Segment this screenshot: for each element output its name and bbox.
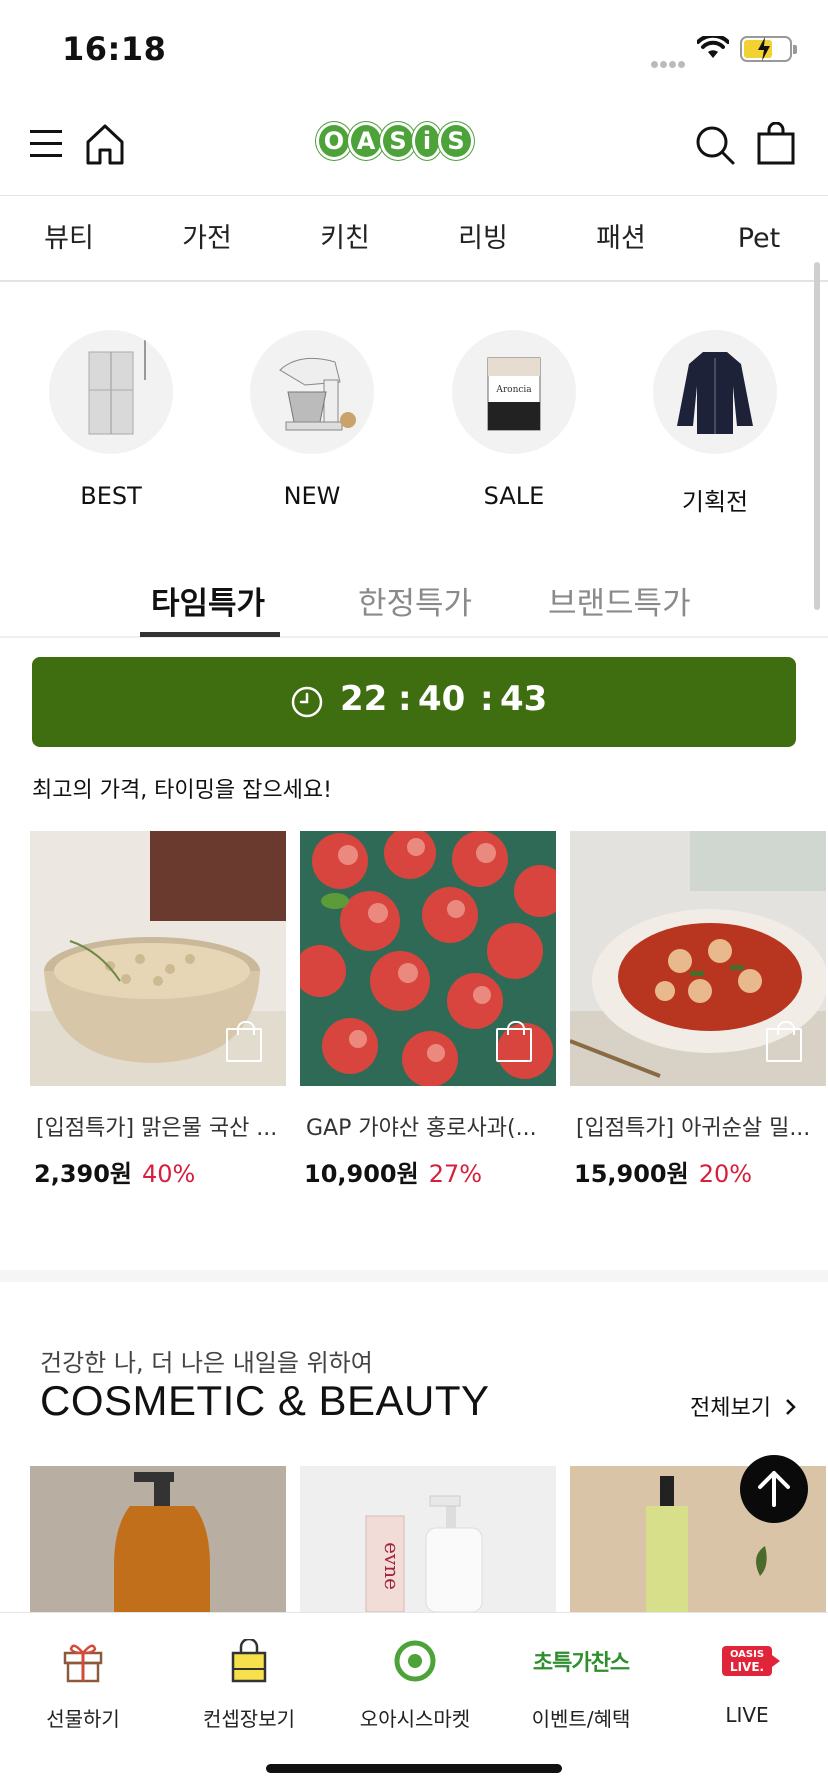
- nav-label: 오아시스마켓: [359, 1707, 471, 1731]
- product-price: 10,900원: [304, 1160, 419, 1188]
- stand-mixer-image: [250, 330, 374, 454]
- quick-link-label: 기획전: [681, 488, 749, 516]
- status-bar: 16:18: [0, 0, 828, 96]
- category-beauty[interactable]: 뷰티: [0, 196, 138, 280]
- quick-link-best[interactable]: BEST: [10, 330, 212, 510]
- home-icon[interactable]: [84, 122, 126, 166]
- quick-link-label: NEW: [283, 482, 341, 510]
- product-card[interactable]: [입점특가] 맑은물 국산 ... 2,390원 40%: [30, 831, 286, 1189]
- nav-label: 선물하기: [46, 1707, 120, 1731]
- search-icon[interactable]: [694, 124, 736, 166]
- category-kitchen[interactable]: 키친: [276, 196, 414, 280]
- tab-brand-deal[interactable]: 브랜드특가: [548, 578, 691, 623]
- deal-tabs: 타임특가 한정특가 브랜드특가: [0, 570, 828, 638]
- nav-gift[interactable]: 선물하기: [0, 1635, 166, 1732]
- product-price-row: 10,900원 27%: [300, 1154, 556, 1189]
- category-living[interactable]: 리빙: [414, 196, 552, 280]
- event-icon: 초특가찬스: [532, 1645, 630, 1677]
- quick-link-label: BEST: [80, 482, 142, 510]
- nav-label: 컨셉장보기: [203, 1707, 295, 1731]
- product-image: [570, 831, 826, 1086]
- product-box-image: Aroncia: [452, 330, 576, 454]
- menu-icon[interactable]: [28, 128, 64, 160]
- active-tab-indicator: [140, 632, 280, 637]
- product-image: [30, 831, 286, 1086]
- product-name: GAP 가야산 홍로사과(...: [306, 1116, 537, 1141]
- product-image: [300, 831, 556, 1086]
- logo-letter: A: [348, 122, 384, 160]
- product-card[interactable]: GAP 가야산 홍로사과(... 10,900원 27%: [300, 831, 556, 1189]
- status-time: 16:18: [62, 30, 167, 68]
- category-appliance[interactable]: 가전: [138, 196, 276, 280]
- oasis-market-icon: [394, 1640, 436, 1682]
- product-discount: 27%: [428, 1160, 483, 1188]
- scroll-to-top-button[interactable]: [740, 1455, 808, 1523]
- view-all-label: 전체보기: [690, 1396, 771, 1421]
- product-price: 2,390원: [34, 1160, 132, 1188]
- oasis-logo[interactable]: O A S i S: [316, 122, 474, 164]
- live-badge-bottom: LIVE.: [729, 1660, 765, 1674]
- product-price-row: 2,390원 40%: [30, 1154, 286, 1189]
- battery-icon: [740, 36, 797, 62]
- quick-link-new[interactable]: NEW: [211, 330, 413, 510]
- tab-limited-deal[interactable]: 한정특가: [358, 578, 472, 623]
- logo-letter: S: [438, 122, 474, 160]
- product-discount: 20%: [698, 1160, 753, 1188]
- section-subtitle: 건강한 나, 더 나은 내일을 위하여: [40, 1349, 373, 1377]
- product-price-row: 15,900원 20%: [570, 1154, 826, 1189]
- category-nav: 뷰티 가전 키친 리빙 패션 Pet: [0, 196, 828, 282]
- add-to-cart-icon[interactable]: [766, 1021, 802, 1062]
- category-fashion[interactable]: 패션: [552, 196, 690, 280]
- home-indicator[interactable]: [266, 1764, 562, 1773]
- product-name: [입점특가] 맑은물 국산 ...: [36, 1116, 278, 1141]
- beauty-product-image[interactable]: [30, 1466, 286, 1612]
- category-pet[interactable]: Pet: [690, 196, 828, 280]
- nav-label: 이벤트/혜택: [531, 1707, 631, 1731]
- nav-concept-shopping[interactable]: 컨셉장보기: [166, 1635, 332, 1732]
- timer-subtitle: 최고의 가격, 타이밍을 잡으세요!: [32, 778, 332, 803]
- product-discount: 40%: [142, 1160, 196, 1188]
- add-to-cart-icon[interactable]: [496, 1021, 532, 1062]
- arrow-up-icon: [758, 1471, 790, 1507]
- add-to-cart-icon[interactable]: [226, 1021, 262, 1062]
- chevron-right-icon: [786, 1399, 796, 1415]
- svg-text:evne: evne: [380, 1542, 404, 1590]
- tab-time-deal[interactable]: 타임특가: [151, 578, 265, 623]
- live-icon: OASIS LIVE.: [722, 1646, 780, 1676]
- countdown-timer: 22 : 40 : 43: [32, 657, 796, 747]
- product-name: [입점특가] 아귀순살 밀...: [576, 1116, 811, 1141]
- nav-label: LIVE: [725, 1703, 769, 1727]
- product-price: 15,900원: [574, 1160, 689, 1188]
- gift-icon: [63, 1644, 103, 1683]
- app-header: O A S i S: [0, 96, 828, 196]
- section-title: COSMETIC & BEAUTY: [40, 1377, 490, 1424]
- section-divider: [0, 1270, 828, 1282]
- beauty-product-image[interactable]: evne: [300, 1466, 556, 1612]
- quick-link-label: SALE: [483, 482, 545, 510]
- nav-events[interactable]: 초특가찬스 이벤트/혜택: [498, 1635, 664, 1732]
- view-all-link[interactable]: 전체보기: [690, 1390, 798, 1422]
- timer-minutes: 40: [418, 679, 466, 719]
- timer-seconds: 43: [500, 679, 548, 719]
- svg-text:Aroncia: Aroncia: [495, 385, 532, 395]
- shopping-bag-icon: [231, 1639, 267, 1683]
- logo-letter: O: [316, 122, 352, 160]
- quick-link-special[interactable]: 기획전: [614, 330, 816, 517]
- timer-hours: 22: [340, 679, 388, 719]
- nav-live[interactable]: OASIS LIVE. LIVE: [664, 1635, 828, 1727]
- quick-link-sale[interactable]: Aroncia SALE: [413, 330, 615, 510]
- jacket-image: [653, 330, 777, 454]
- clock-icon: [291, 686, 323, 718]
- cellular-signal-icon: [651, 53, 689, 68]
- logo-letter: S: [380, 122, 416, 160]
- wifi-icon: [697, 36, 729, 58]
- nav-oasis-market[interactable]: 오아시스마켓: [332, 1635, 498, 1732]
- product-card[interactable]: [입점특가] 아귀순살 밀... 15,900원 20%: [570, 831, 826, 1189]
- event-badge: 초특가찬스: [532, 1651, 630, 1676]
- cart-icon[interactable]: [756, 122, 796, 166]
- fridge-image: [49, 330, 173, 454]
